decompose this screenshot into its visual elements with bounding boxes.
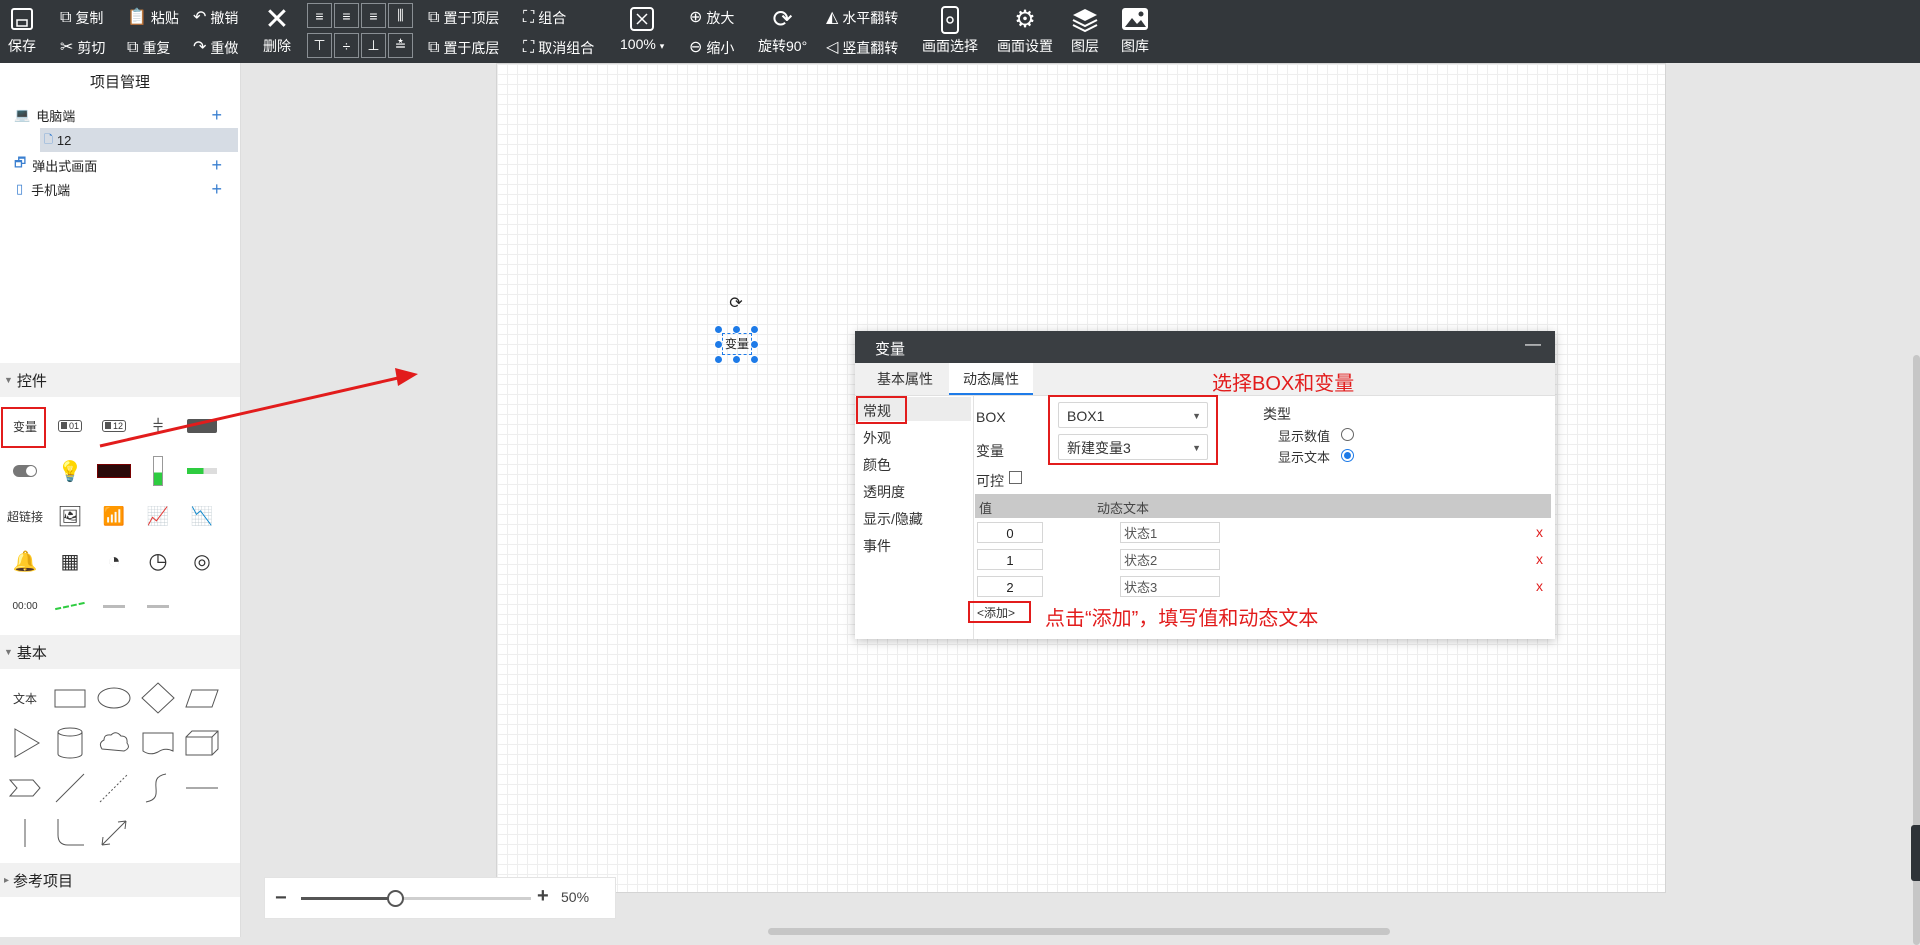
delete-row-button[interactable]: x bbox=[1536, 524, 1543, 540]
tab-basic-properties[interactable]: 基本属性 bbox=[865, 363, 945, 395]
col-text-header: 动态文本 bbox=[1097, 501, 1150, 516]
dynamic-text-input[interactable]: 状态1 bbox=[1120, 522, 1220, 543]
nav-opacity[interactable]: 透明度 bbox=[863, 482, 905, 502]
annotation-add-hint: 点击“添加”，填写值和动态文本 bbox=[1045, 608, 1319, 630]
dialog-header[interactable]: 变量 — bbox=[855, 331, 1555, 363]
col-value-header: 值 bbox=[979, 501, 993, 516]
show-value-label: 显示数值 bbox=[1278, 429, 1331, 444]
zoom-percent: 50% bbox=[561, 889, 590, 905]
nav-events[interactable]: 事件 bbox=[863, 536, 891, 556]
minimize-button[interactable]: — bbox=[1525, 336, 1541, 354]
dynamic-text-input[interactable]: 状态2 bbox=[1120, 549, 1220, 570]
dynamic-text-input[interactable]: 状态3 bbox=[1120, 576, 1220, 597]
nav-visibility[interactable]: 显示/隐藏 bbox=[863, 509, 923, 529]
nav-appearance[interactable]: 外观 bbox=[863, 428, 891, 448]
show-text-radio[interactable] bbox=[1341, 449, 1354, 462]
highlight-box-add bbox=[968, 601, 1031, 623]
box-label: BOX bbox=[976, 409, 1006, 425]
highlight-box-general bbox=[856, 396, 907, 424]
property-nav: 常规 外观 颜色 透明度 显示/隐藏 事件 bbox=[855, 396, 974, 639]
value-input[interactable]: 0 bbox=[977, 522, 1043, 543]
tab-dynamic-properties[interactable]: 动态属性 bbox=[949, 363, 1033, 395]
value-input[interactable]: 1 bbox=[977, 549, 1043, 570]
plus-icon[interactable]: + bbox=[537, 885, 549, 908]
zoom-slider-knob[interactable] bbox=[387, 890, 404, 907]
highlight-box-box-variable bbox=[1048, 395, 1218, 465]
value-input[interactable]: 2 bbox=[977, 576, 1043, 597]
delete-row-button[interactable]: x bbox=[1536, 551, 1543, 567]
show-value-radio[interactable] bbox=[1341, 428, 1354, 441]
delete-row-button[interactable]: x bbox=[1536, 578, 1543, 594]
mapping-table-header: 值 动态文本 bbox=[975, 494, 1551, 518]
dialog-tabs: 基本属性 动态属性 bbox=[855, 363, 1555, 396]
dialog-title: 变量 bbox=[875, 341, 906, 358]
controllable-checkbox[interactable] bbox=[1009, 471, 1022, 484]
type-label: 类型 bbox=[1263, 406, 1291, 422]
side-widget-tab[interactable] bbox=[1911, 825, 1920, 881]
annotation-select-hint: 选择BOX和变量 bbox=[1212, 373, 1355, 395]
variable-dialog: 变量 — 基本属性 动态属性 常规 外观 颜色 透明度 显示/隐藏 事件 BOX… bbox=[855, 331, 1555, 639]
highlight-box-variable-widget bbox=[1, 407, 46, 448]
show-text-label: 显示文本 bbox=[1278, 450, 1331, 465]
zoom-slider-bar: − + 50% bbox=[264, 877, 616, 919]
controllable-label: 可控 bbox=[976, 473, 1004, 489]
horizontal-scrollbar[interactable] bbox=[768, 928, 1390, 935]
nav-color[interactable]: 颜色 bbox=[863, 455, 891, 475]
minus-icon[interactable]: − bbox=[275, 887, 287, 910]
zoom-slider[interactable] bbox=[301, 890, 531, 907]
variable-label: 变量 bbox=[976, 443, 1004, 459]
